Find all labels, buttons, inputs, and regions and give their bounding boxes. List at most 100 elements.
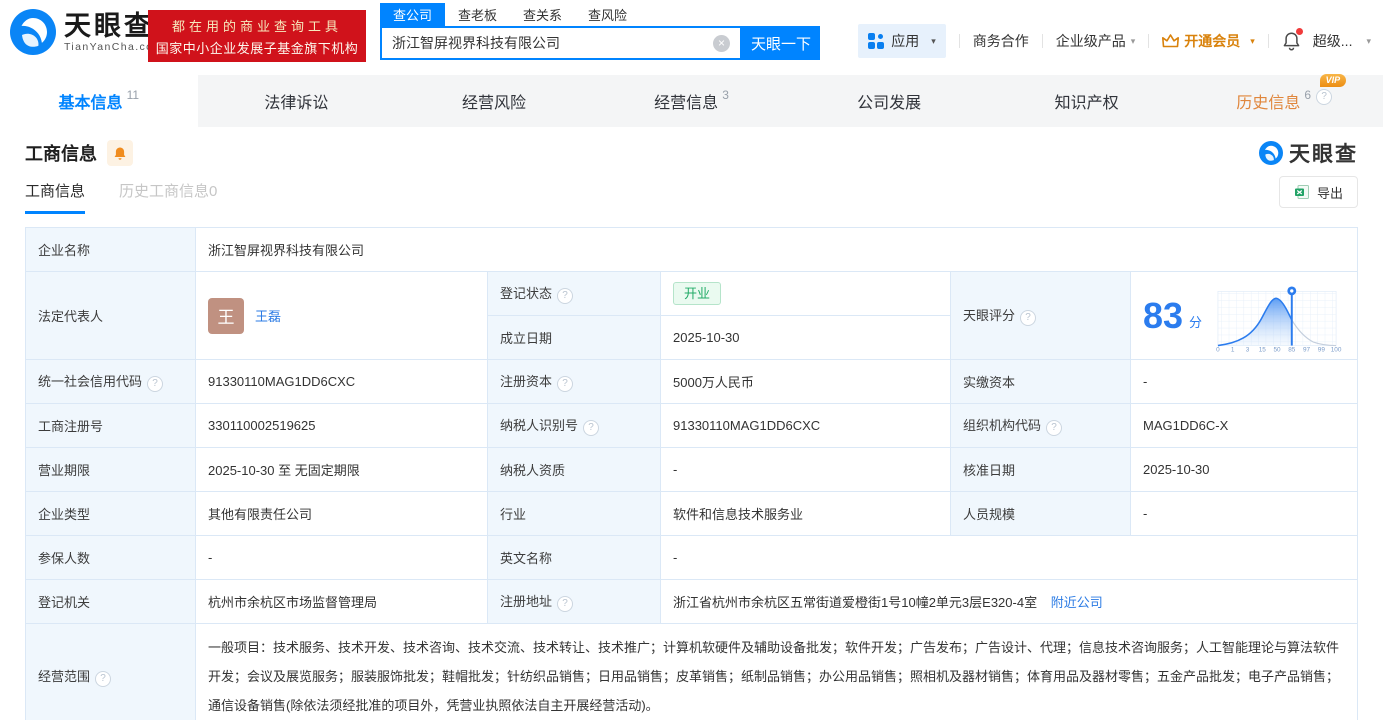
tab-history-info[interactable]: 历史信息 6 ? VIP [1185, 74, 1383, 127]
svg-text:85: 85 [1288, 346, 1296, 353]
help-icon[interactable]: ? [147, 376, 164, 392]
reg-address-value: 浙江省杭州市余杭区五常街道爱橙街1号10幢2单元3层E320-4室 [673, 595, 1038, 610]
watermark-logo-icon [1259, 141, 1283, 165]
tab-business-info[interactable]: 经营信息 3 [593, 75, 791, 127]
apps-grid-icon [868, 33, 885, 49]
help-icon[interactable]: ? [1020, 310, 1037, 326]
taxpayer-id-value: 91330110MAG1DD6CXC [660, 403, 951, 448]
search-tab-relation[interactable]: 查关系 [510, 3, 575, 26]
business-scope-value: 一般项目：技术服务、技术开发、技术咨询、技术交流、技术转让、技术推广；计算机软硬… [195, 623, 1358, 720]
subtab-history-business-info[interactable]: 历史工商信息0 [119, 180, 217, 214]
field-label: 统一社会信用代码? [25, 359, 196, 404]
field-label: 成立日期 [487, 315, 661, 360]
subtab-business-info[interactable]: 工商信息 [25, 180, 86, 214]
search-button[interactable]: 天眼一下 [742, 26, 820, 60]
company-type-value: 其他有限责任公司 [195, 491, 488, 536]
chevron-down-icon: ▾ [1130, 35, 1136, 46]
field-label: 登记状态? [487, 271, 661, 316]
tab-count: 11 [126, 88, 140, 102]
chart-axis-ticks: 0 1 3 15 50 85 97 99 100 [1216, 346, 1342, 353]
field-label: 核准日期 [950, 447, 1131, 492]
apps-label: 应用 [891, 33, 920, 49]
svg-text:15: 15 [1259, 346, 1267, 353]
watermark-logo: 天眼查 [1259, 138, 1358, 168]
menu-business-cooperation[interactable]: 商务合作 [973, 31, 1029, 51]
help-icon[interactable]: ? [1046, 420, 1063, 436]
reg-status-cell: 开业 [660, 271, 951, 316]
notification-dot [1295, 28, 1303, 35]
search-tabs: 查公司 查老板 查关系 查风险 [380, 3, 820, 26]
field-label: 天眼评分? [950, 271, 1131, 360]
divider [958, 34, 960, 48]
field-label: 纳税人资质 [487, 447, 661, 492]
table-row: 工商注册号 330110002519625 纳税人识别号? 91330110MA… [25, 403, 1358, 448]
divider [1041, 34, 1043, 48]
svg-text:100: 100 [1331, 346, 1342, 353]
search-tab-boss[interactable]: 查老板 [445, 3, 510, 26]
reg-authority-value: 杭州市余杭区市场监督管理局 [195, 579, 488, 624]
menu-enterprise-products[interactable]: 企业级产品 ▾ [1056, 31, 1136, 51]
score-unit: 分 [1189, 315, 1203, 330]
help-icon[interactable]: ? [1316, 89, 1333, 105]
business-info-table: 企业名称 浙江智屏视界科技有限公司 法定代表人 王 王磊 登记状态? 开业 天眼… [25, 227, 1358, 720]
tab-intellectual-property[interactable]: 知识产权 [988, 75, 1186, 127]
reg-address-cell: 浙江省杭州市余杭区五常街道爱橙街1号10幢2单元3层E320-4室 附近公司 [660, 579, 1358, 624]
tab-company-development[interactable]: 公司发展 [790, 75, 988, 127]
svg-text:3: 3 [1246, 346, 1250, 353]
divider [1148, 34, 1150, 48]
paid-capital-value: - [1130, 359, 1358, 404]
export-button[interactable]: 导出 [1278, 176, 1358, 208]
clear-icon[interactable]: × [713, 34, 730, 52]
field-label: 企业类型 [25, 491, 196, 536]
svg-text:1: 1 [1231, 346, 1235, 353]
search-tab-risk[interactable]: 查风险 [575, 3, 640, 26]
svg-text:0: 0 [1216, 346, 1220, 353]
svg-text:50: 50 [1274, 346, 1282, 353]
apps-menu[interactable]: 应用 ▾ [858, 24, 946, 58]
search-area: 查公司 查老板 查关系 查风险 浙江智屏视界科技有限公司 × 天眼一下 [380, 3, 820, 60]
field-label: 参保人数 [25, 535, 196, 580]
field-label: 组织机构代码? [950, 403, 1131, 448]
tianyancha-logo-icon [10, 9, 56, 55]
taxpayer-quality-value: - [660, 447, 951, 492]
help-icon[interactable]: ? [557, 376, 574, 392]
top-header: 天眼查 TianYanCha.com 都在用的商业查询工具 国家中小企业发展子基… [0, 0, 1383, 75]
field-label: 法定代表人 [25, 271, 196, 360]
field-label: 人员规模 [950, 491, 1131, 536]
help-icon[interactable]: ? [95, 671, 112, 687]
table-row: 登记机关 杭州市余杭区市场监督管理局 注册地址? 浙江省杭州市余杭区五常街道爱橙… [25, 579, 1358, 624]
table-row: 统一社会信用代码? 91330110MAG1DD6CXC 注册资本? 5000万… [25, 359, 1358, 404]
table-row: 企业类型 其他有限责任公司 行业 软件和信息技术服务业 人员规模 - [25, 491, 1358, 536]
field-label: 英文名称 [487, 535, 661, 580]
table-row: 参保人数 - 英文名称 - [25, 535, 1358, 580]
tab-basic-info[interactable]: 基本信息 11 [0, 75, 198, 127]
help-icon[interactable]: ? [583, 420, 600, 436]
user-menu[interactable]: 超级... [1313, 31, 1353, 51]
search-input[interactable]: 浙江智屏视界科技有限公司 × [380, 26, 742, 60]
help-icon[interactable]: ? [557, 596, 574, 612]
search-input-value: 浙江智屏视界科技有限公司 [392, 35, 560, 51]
notification-bell-icon[interactable] [1282, 28, 1303, 51]
table-row: 法定代表人 王 王磊 登记状态? 开业 天眼评分? 83 分 0 1 3 15 … [25, 271, 1358, 360]
score-cell: 83 分 0 1 3 15 50 85 97 99 100 [1130, 271, 1358, 360]
top-right-nav: 应用 ▾ 商务合作 企业级产品 ▾ 开通会员 ▾ 超级... ▾ [858, 24, 1371, 58]
open-vip-menu[interactable]: 开通会员 ▾ [1162, 31, 1255, 51]
search-tab-company[interactable]: 查公司 [380, 3, 446, 26]
tab-legal-proceedings[interactable]: 法律诉讼 [198, 75, 396, 127]
help-icon[interactable]: ? [557, 288, 574, 304]
tab-operating-risk[interactable]: 经营风险 [395, 75, 593, 127]
field-label: 工商注册号 [25, 403, 196, 448]
avatar[interactable]: 王 [208, 297, 244, 334]
legal-rep-link[interactable]: 王磊 [255, 306, 281, 325]
field-label: 经营范围? [25, 623, 196, 720]
field-label: 注册资本? [487, 359, 661, 404]
reg-number-value: 330110002519625 [195, 403, 488, 448]
divider [1267, 34, 1269, 48]
reg-capital-value: 5000万人民币 [660, 359, 951, 404]
subscribe-bell-icon[interactable] [107, 140, 133, 166]
table-row: 企业名称 浙江智屏视界科技有限公司 [25, 227, 1358, 272]
nearby-companies-link[interactable]: 附近公司 [1051, 595, 1103, 610]
field-label: 登记机关 [25, 579, 196, 624]
field-label: 行业 [487, 491, 661, 536]
tianyancha-logo[interactable]: 天眼查 TianYanCha.com [10, 9, 164, 55]
